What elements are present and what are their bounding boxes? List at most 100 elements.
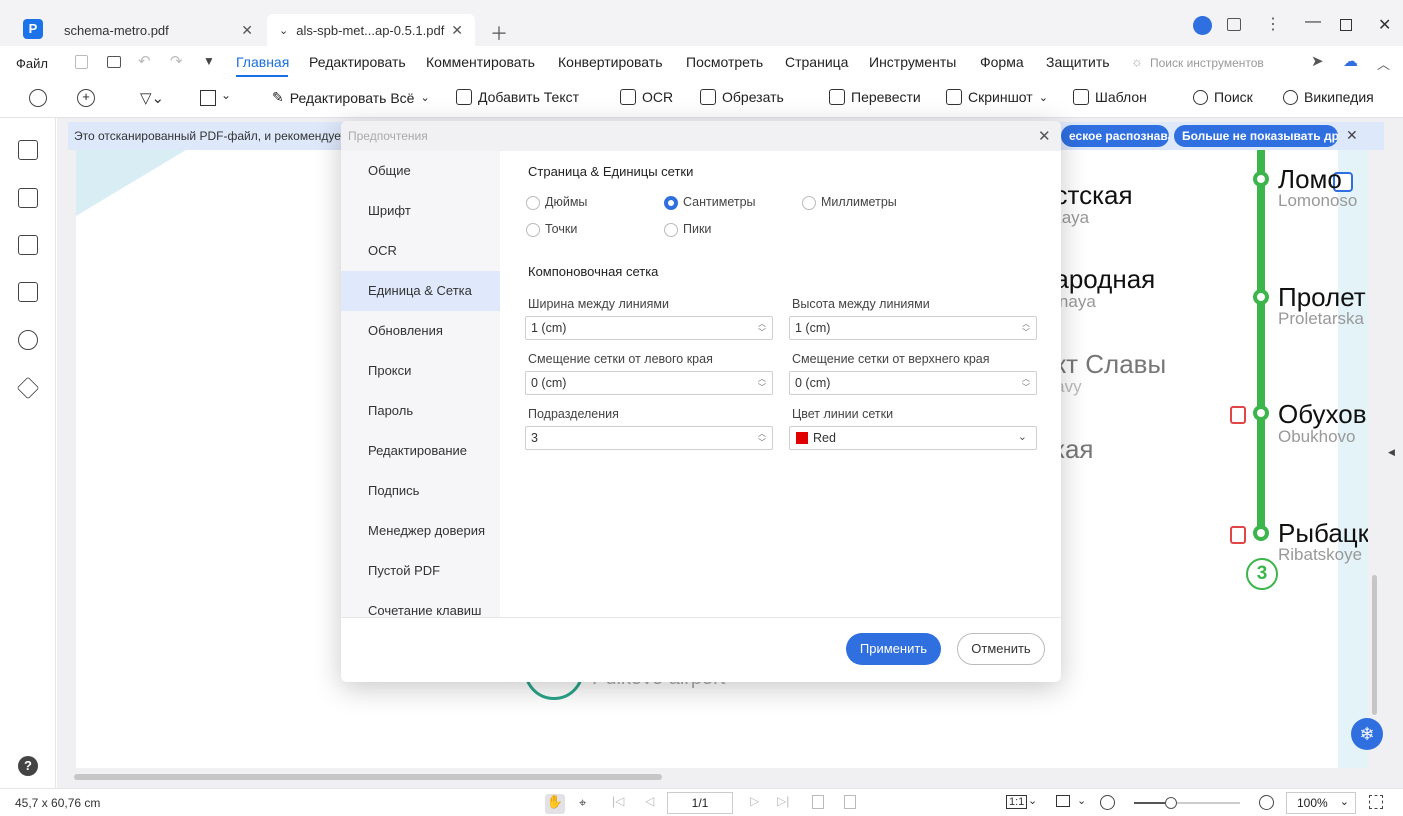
redo-icon[interactable]: ↷ <box>170 52 183 70</box>
fit-page-icon[interactable] <box>812 795 824 809</box>
cancel-button[interactable]: Отменить <box>957 633 1045 665</box>
actual-size-icon[interactable]: 1:1 <box>1006 795 1028 809</box>
nav-blank-pdf[interactable]: Пустой PDF <box>341 551 500 591</box>
unit-option-centimeters[interactable]: Сантиметры <box>664 195 756 210</box>
comment-icon[interactable] <box>18 235 38 255</box>
zoom-select[interactable]: 100% ⌄ <box>1286 792 1356 814</box>
spinner-icon[interactable]: ︿ ﹀ <box>758 319 766 337</box>
menu-comment[interactable]: Комментировать <box>426 54 535 70</box>
fullscreen-icon[interactable] <box>1369 795 1383 809</box>
menu-home[interactable]: Главная <box>236 54 289 70</box>
page-scrollbar-h[interactable] <box>74 774 662 780</box>
zoom-in-icon[interactable] <box>1259 795 1274 810</box>
wikipedia-button[interactable]: Википедия <box>1283 89 1374 105</box>
prev-page-icon[interactable]: ◁ <box>645 794 654 808</box>
rotate-icon[interactable] <box>844 795 856 809</box>
select-tool-icon[interactable]: ⌖ <box>579 795 586 811</box>
unit-option-millimeters[interactable]: Миллиметры <box>802 195 897 210</box>
close-icon[interactable]: ✕ <box>451 22 463 39</box>
search-tools-input[interactable]: Поиск инструментов <box>1150 56 1264 70</box>
last-page-icon[interactable]: ▷| <box>777 794 789 808</box>
zoom-in-icon[interactable]: + <box>77 89 95 107</box>
help-icon[interactable]: ? <box>18 756 38 776</box>
translate-button[interactable]: Перевести <box>829 89 921 105</box>
send-icon[interactable]: ➤ <box>1311 52 1324 70</box>
crop-button[interactable]: Обрезать <box>700 89 784 105</box>
new-tab-icon[interactable]: ＋ <box>490 20 508 46</box>
attachment-icon[interactable] <box>18 282 38 302</box>
zoom-slider-knob[interactable] <box>1165 797 1178 809</box>
nav-proxy[interactable]: Прокси <box>341 351 500 391</box>
nav-ocr[interactable]: OCR <box>341 231 500 271</box>
search-panel-icon[interactable] <box>18 330 38 350</box>
apply-button[interactable]: Применить <box>846 633 941 665</box>
chevron-down-icon[interactable]: ⌄ <box>1077 794 1086 807</box>
offset-top-input[interactable]: 0 (cm) ︿ ﹀ <box>789 371 1037 395</box>
unit-option-inches[interactable]: Дюймы <box>526 195 587 210</box>
add-text-button[interactable]: Добавить Текст <box>456 89 579 105</box>
nav-password[interactable]: Пароль <box>341 391 500 431</box>
menu-tools[interactable]: Инструменты <box>869 54 956 70</box>
nav-signature[interactable]: Подпись <box>341 471 500 511</box>
zoom-out-icon[interactable] <box>29 89 47 107</box>
page-scrollbar-v[interactable] <box>1372 575 1377 715</box>
quick-access-dropdown-icon[interactable]: ▼ <box>203 54 215 68</box>
screenshot-button[interactable]: Скриншот ⌄ <box>946 89 1048 105</box>
collapse-ribbon-icon[interactable]: ︿ <box>1377 54 1390 73</box>
edit-all-button[interactable]: ✎ Редактировать Всё ⌄ <box>272 89 430 106</box>
menu-page[interactable]: Страница <box>785 54 848 70</box>
menu-edit[interactable]: Редактировать <box>309 54 406 70</box>
spinner-icon[interactable]: ︿ ﹀ <box>1022 374 1030 392</box>
hand-tool-icon[interactable]: ✋ <box>545 794 565 814</box>
close-icon[interactable]: ✕ <box>241 22 253 39</box>
menu-protect[interactable]: Защитить <box>1046 54 1110 70</box>
close-icon[interactable]: ✕ <box>1346 127 1358 144</box>
search-button[interactable]: Поиск <box>1193 89 1253 105</box>
layers-icon[interactable] <box>16 376 40 400</box>
menu-form[interactable]: Форма <box>980 54 1024 70</box>
expand-right-panel-icon[interactable]: ◀ <box>1388 447 1395 458</box>
shape-tool-icon[interactable] <box>200 90 216 106</box>
shape-dropdown-icon[interactable]: ⌄ <box>221 88 231 102</box>
undo-icon[interactable]: ↶ <box>138 52 151 70</box>
dont-show-again-button[interactable]: Больше не показывать др <box>1174 125 1338 147</box>
nav-trust-manager[interactable]: Менеджер доверия <box>341 511 500 551</box>
unit-option-points[interactable]: Точки <box>526 222 577 237</box>
chevron-down-icon[interactable]: ⌄ <box>1028 794 1037 807</box>
menu-view[interactable]: Посмотреть <box>686 54 763 70</box>
first-page-icon[interactable]: |◁ <box>612 794 624 808</box>
offset-left-input[interactable]: 0 (cm) ︿ ﹀ <box>525 371 773 395</box>
minimize-icon[interactable]: — <box>1305 13 1321 31</box>
nav-shortcuts[interactable]: Сочетание клавиш <box>341 591 500 631</box>
highlight-tool-icon[interactable]: ▽⌄ <box>140 89 164 107</box>
page-number-input[interactable]: 1/1 <box>667 792 733 814</box>
ocr-recognize-button[interactable]: еское распознаван <box>1061 125 1169 147</box>
nav-units-grid[interactable]: Единица & Сетка <box>341 271 500 311</box>
subdivisions-input[interactable]: 3 ︿ ﹀ <box>525 426 773 450</box>
spinner-icon[interactable]: ︿ ﹀ <box>758 374 766 392</box>
ocr-button[interactable]: OCR <box>620 89 673 105</box>
feedback-icon[interactable] <box>1227 18 1241 31</box>
template-button[interactable]: Шаблон <box>1073 89 1147 105</box>
maximize-icon[interactable] <box>1340 19 1352 31</box>
tab-als-spb[interactable]: ⌄ als-spb-met...ap-0.5.1.pdf ✕ <box>267 14 475 46</box>
unit-option-picas[interactable]: Пики <box>664 222 711 237</box>
account-icon[interactable] <box>1193 16 1212 35</box>
zoom-out-icon[interactable] <box>1100 795 1115 810</box>
cloud-upload-icon[interactable]: ☁ <box>1343 52 1358 70</box>
dialog-close-icon[interactable]: ✕ <box>1038 127 1051 145</box>
grid-color-select[interactable]: Red ⌄ <box>789 426 1037 450</box>
thumbnails-icon[interactable] <box>18 140 38 160</box>
nav-general[interactable]: Общие <box>341 151 500 191</box>
spinner-icon[interactable]: ︿ ﹀ <box>758 429 766 447</box>
more-icon[interactable]: ⋮ <box>1265 14 1281 34</box>
spinner-icon[interactable]: ︿ ﹀ <box>1022 319 1030 337</box>
nav-updates[interactable]: Обновления <box>341 311 500 351</box>
view-mode-icon[interactable] <box>1056 795 1070 807</box>
bookmark-icon[interactable] <box>18 188 38 208</box>
print-icon[interactable] <box>107 56 121 68</box>
tab-schema-metro[interactable]: schema-metro.pdf ✕ <box>52 14 265 46</box>
window-close-icon[interactable]: ✕ <box>1378 15 1391 35</box>
save-icon[interactable] <box>75 55 88 69</box>
grid-height-input[interactable]: 1 (cm) ︿ ﹀ <box>789 316 1037 340</box>
